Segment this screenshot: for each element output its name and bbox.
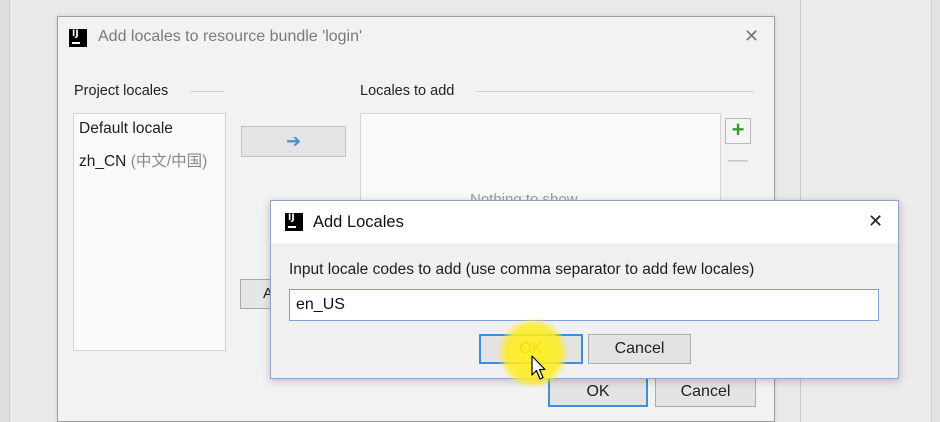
cancel-button[interactable]: Cancel — [588, 334, 691, 364]
background-right-edge — [931, 0, 940, 422]
cancel-button[interactable]: Cancel — [655, 377, 756, 407]
locale-codes-input[interactable] — [289, 289, 879, 321]
add-locale-button[interactable]: + — [725, 118, 751, 144]
dialog-titlebar[interactable]: IJ Add Locales ✕ — [271, 201, 898, 243]
locale-note: (中文/中国) — [130, 153, 208, 170]
dialog-title: Add Locales — [313, 213, 404, 231]
section-divider — [190, 91, 224, 92]
project-locales-label: Project locales — [74, 83, 169, 99]
move-right-button[interactable]: ➔ — [241, 126, 346, 157]
remove-locale-button[interactable]: — — [725, 149, 751, 171]
arrow-right-icon: ➔ — [285, 131, 302, 151]
background-left-edge — [0, 0, 10, 422]
app-logo-icon: IJ — [285, 213, 303, 231]
list-item-zh-cn[interactable]: zh_CN (中文/中国) — [79, 149, 207, 171]
locales-to-add-label: Locales to add — [360, 83, 455, 99]
section-divider — [476, 91, 754, 92]
plus-icon: + — [731, 117, 745, 142]
project-locales-list[interactable]: Default locale zh_CN (中文/中国) — [73, 113, 226, 351]
dialog-title: Add locales to resource bundle 'login' — [98, 28, 363, 45]
locale-codes-prompt: Input locale codes to add (use comma sep… — [289, 261, 755, 278]
add-locales-input-dialog: IJ Add Locales ✕ Input locale codes to a… — [270, 200, 899, 379]
ok-button[interactable]: OK — [479, 334, 583, 364]
dialog-titlebar[interactable]: IJ Add locales to resource bundle 'login… — [58, 17, 774, 59]
app-logo-icon: IJ — [69, 29, 87, 47]
partially-hidden-button[interactable]: A — [240, 279, 273, 309]
minus-icon: — — [728, 149, 748, 171]
close-icon[interactable]: ✕ — [868, 212, 883, 230]
ok-button[interactable]: OK — [548, 377, 648, 407]
list-item-default-locale[interactable]: Default locale — [79, 120, 173, 138]
close-icon[interactable]: ✕ — [744, 27, 759, 45]
